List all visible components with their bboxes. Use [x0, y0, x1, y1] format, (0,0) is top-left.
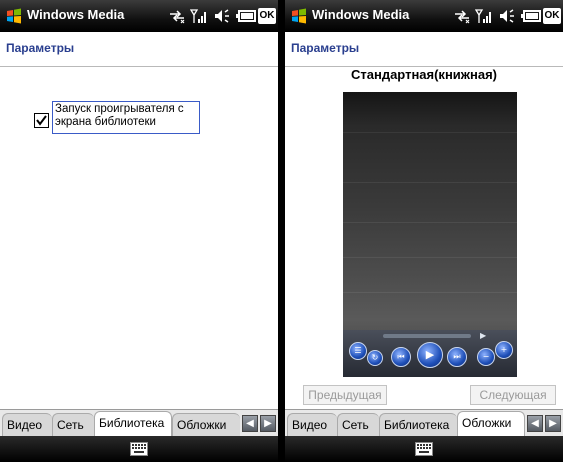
- app-title: Windows Media: [312, 7, 410, 22]
- signal-icon[interactable]: [475, 7, 493, 25]
- page-title: Параметры: [6, 41, 75, 55]
- checkmark-icon: [36, 115, 47, 126]
- skin-divider: [343, 292, 517, 293]
- battery-icon[interactable]: [236, 7, 256, 25]
- next-button[interactable]: Следующая: [470, 385, 556, 405]
- play-icon: ▶: [417, 342, 443, 368]
- launch-from-library-checkbox[interactable]: [34, 113, 49, 128]
- ok-button[interactable]: OK: [258, 8, 276, 24]
- title-bar: Windows Media OK: [0, 0, 278, 32]
- scroll-right-icon[interactable]: ▶: [260, 415, 276, 432]
- page-header: Параметры: [285, 32, 563, 67]
- skin-control-bar: ▶ ☰ ↻ ⏮ ▶ ⏭ − +: [343, 330, 517, 377]
- skin-divider: [343, 222, 517, 223]
- tab-video[interactable]: Видео: [2, 413, 52, 436]
- skin-settings-screen: Windows Media OK Параметры Стандартная(к…: [285, 0, 563, 462]
- keyboard-icon[interactable]: [415, 442, 433, 456]
- previous-button[interactable]: Предыдущая: [303, 385, 387, 405]
- windows-flag-icon[interactable]: [291, 8, 307, 24]
- tab-covers[interactable]: Обложки: [172, 413, 240, 436]
- page-header: Параметры: [0, 32, 278, 67]
- scroll-left-icon[interactable]: ◀: [527, 415, 543, 432]
- scroll-left-icon[interactable]: ◀: [242, 415, 258, 432]
- connectivity-icon[interactable]: [168, 7, 186, 25]
- soft-key-bar: [285, 436, 563, 462]
- next-icon: ⏭: [447, 347, 467, 367]
- volume-icon: ▶: [480, 331, 487, 340]
- skin-name: Стандартная(книжная): [350, 67, 497, 82]
- tab-video[interactable]: Видео: [287, 413, 337, 436]
- speaker-icon[interactable]: [213, 7, 231, 25]
- launch-from-library-label[interactable]: Запуск проигрывателя с экрана библиотеки: [52, 101, 200, 134]
- tab-covers[interactable]: Обложки: [457, 411, 525, 436]
- tab-library[interactable]: Библиотека: [379, 413, 457, 436]
- skin-preview: ▶ ☰ ↻ ⏮ ▶ ⏭ − +: [343, 92, 517, 377]
- scroll-right-icon[interactable]: ▶: [545, 415, 561, 432]
- page-title: Параметры: [291, 41, 360, 55]
- skin-divider: [343, 182, 517, 183]
- windows-flag-icon[interactable]: [6, 8, 22, 24]
- keyboard-icon[interactable]: [130, 442, 148, 456]
- tab-bar: Видео Сеть Библиотека Обложки ◀ ▶: [0, 409, 278, 437]
- volume-down-icon: −: [477, 348, 495, 366]
- previous-icon: ⏮: [391, 347, 411, 367]
- seek-bar: [383, 334, 471, 338]
- title-bar: Windows Media OK: [285, 0, 563, 32]
- tab-network[interactable]: Сеть: [337, 413, 379, 436]
- soft-key-bar: [0, 436, 278, 462]
- volume-up-icon: +: [495, 341, 513, 359]
- library-settings-screen: Windows Media OK Параметры Запуск проигр…: [0, 0, 278, 462]
- connectivity-icon[interactable]: [453, 7, 471, 25]
- skin-divider: [343, 132, 517, 133]
- signal-icon[interactable]: [190, 7, 208, 25]
- battery-icon[interactable]: [521, 7, 541, 25]
- tab-bar: Видео Сеть Библиотека Обложки ◀ ▶: [285, 409, 563, 437]
- skin-divider: [343, 257, 517, 258]
- tab-library[interactable]: Библиотека: [94, 411, 172, 436]
- app-title: Windows Media: [27, 7, 125, 22]
- repeat-icon: ↻: [367, 350, 383, 366]
- ok-button[interactable]: OK: [543, 8, 561, 24]
- tab-network[interactable]: Сеть: [52, 413, 94, 436]
- playlist-icon: ☰: [349, 342, 367, 360]
- speaker-icon[interactable]: [498, 7, 516, 25]
